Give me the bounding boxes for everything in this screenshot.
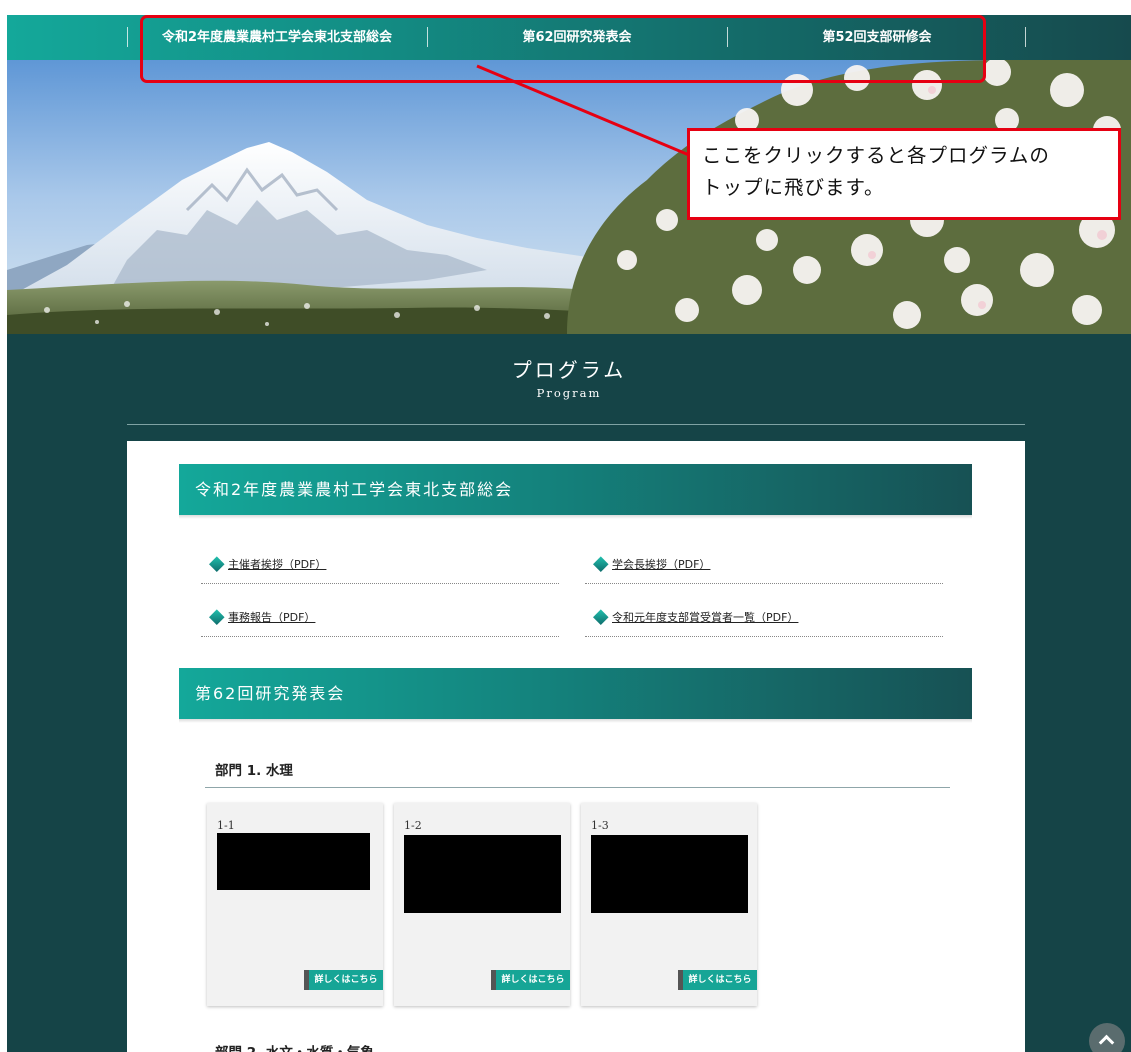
link-president-greeting[interactable]: 学会長挨拶（PDF）: [585, 556, 943, 584]
band-shadow: [179, 515, 972, 519]
redacted-content: [591, 835, 748, 913]
link-award-winners[interactable]: 令和元年度支部賞受賞者一覧（PDF）: [585, 609, 943, 637]
link-organizer-greeting[interactable]: 主催者挨拶（PDF）: [201, 556, 559, 584]
band-shadow: [179, 719, 972, 723]
diamond-bullet-icon: [209, 556, 225, 572]
program-card: 1-2 詳しくはこちら: [394, 803, 570, 1006]
scroll-to-top-button[interactable]: [1089, 1023, 1125, 1052]
program-subtitle: Program: [536, 386, 602, 400]
program-card: 1-1 詳しくはこちら: [207, 803, 383, 1006]
callout-text-line2: トップに飛びます。: [702, 176, 885, 199]
section-general-meeting-header: 令和2年度農業農村工学会東北支部総会: [179, 464, 972, 515]
program-heading: プログラム Program: [7, 354, 1131, 400]
nav-separator: [1025, 27, 1026, 47]
program-card: 1-3 詳しくはこちら: [581, 803, 757, 1006]
program-number: 1-1: [217, 819, 235, 832]
top-navigation: 令和2年度農業農村工学会東北支部総会 第62回研究発表会 第52回支部研修会: [7, 15, 1131, 60]
dept1-title: 部門 1. 水理: [215, 763, 293, 779]
callout-text-line1: ここをクリックすると各プログラムの: [702, 144, 1050, 167]
redacted-content: [217, 833, 370, 890]
link-label: 主催者挨拶（PDF）: [228, 558, 327, 571]
nav-training-session[interactable]: 第52回支部研修会: [727, 15, 1027, 60]
chevron-up-icon: [1098, 1034, 1115, 1051]
details-button[interactable]: 詳しくはこちら: [491, 970, 570, 990]
link-label: 令和元年度支部賞受賞者一覧（PDF）: [612, 611, 799, 624]
dept1-divider: [205, 787, 950, 788]
dept2-title: 部門 2. 水文・水質・気象: [215, 1041, 374, 1052]
details-button[interactable]: 詳しくはこちら: [304, 970, 383, 990]
program-number: 1-3: [591, 819, 609, 832]
nav-general-meeting[interactable]: 令和2年度農業農村工学会東北支部総会: [127, 15, 427, 60]
program-number: 1-2: [404, 819, 422, 832]
annotation-callout: ここをクリックすると各プログラムの トップに飛びます。: [687, 128, 1121, 220]
link-label: 学会長挨拶（PDF）: [612, 558, 711, 571]
content-card: 令和2年度農業農村工学会東北支部総会 主催者挨拶（PDF） 学会長挨拶（PDF）…: [127, 441, 1025, 1052]
redacted-content: [404, 835, 561, 913]
link-office-report[interactable]: 事務報告（PDF）: [201, 609, 559, 637]
section-research-header: 第62回研究発表会: [179, 668, 972, 719]
program-title: プログラム: [511, 358, 627, 382]
diamond-bullet-icon: [593, 556, 609, 572]
diamond-bullet-icon: [593, 609, 609, 625]
heading-divider: [127, 424, 1025, 425]
page: 令和2年度農業農村工学会東北支部総会 第62回研究発表会 第52回支部研修会 プ…: [7, 15, 1131, 1052]
link-label: 事務報告（PDF）: [228, 611, 316, 624]
nav-research-presentation[interactable]: 第62回研究発表会: [427, 15, 727, 60]
diamond-bullet-icon: [209, 609, 225, 625]
details-button[interactable]: 詳しくはこちら: [678, 970, 757, 990]
